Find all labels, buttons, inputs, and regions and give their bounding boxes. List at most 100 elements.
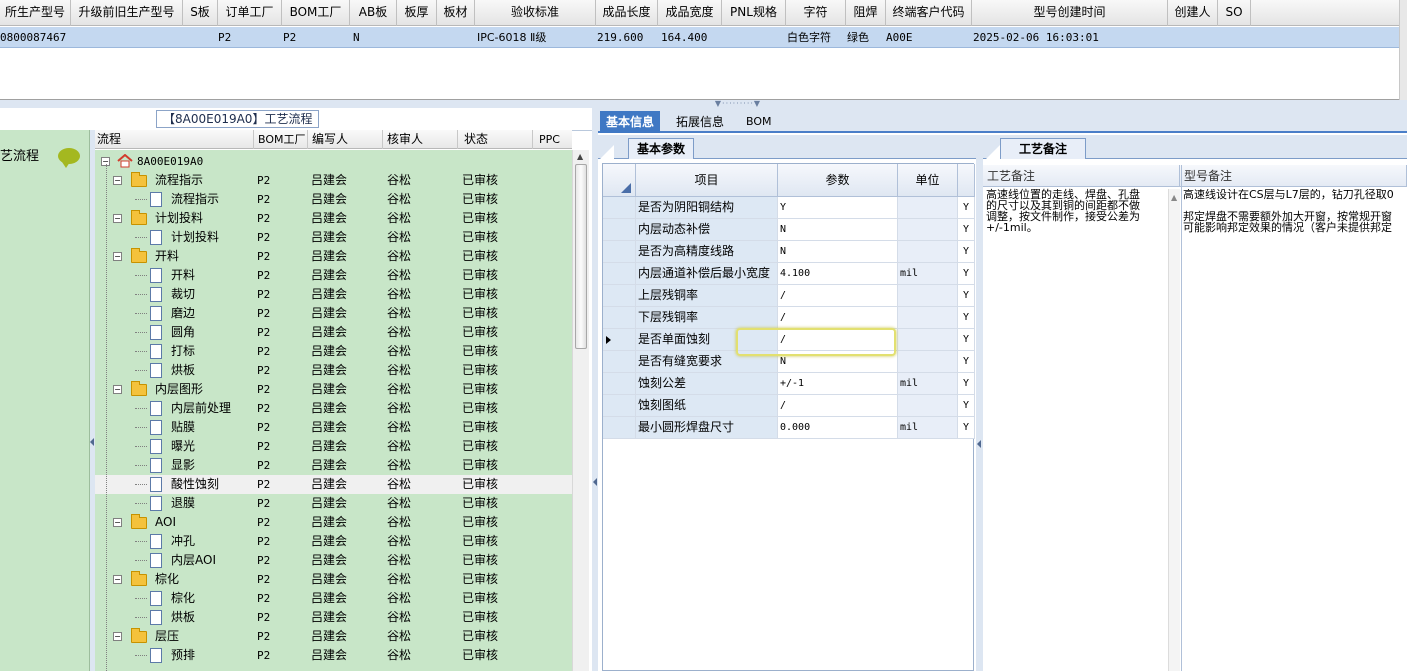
collapse-icon[interactable]: − [113,252,122,261]
param-unit[interactable] [898,197,958,219]
comment-bubble-icon[interactable] [58,148,80,168]
tab-process-notes[interactable]: 工艺备注 [1000,138,1087,159]
column-header[interactable]: 流程 [97,130,247,149]
param-unit[interactable] [898,395,958,417]
column-header[interactable]: 创建人 [1168,0,1218,26]
param-unit[interactable]: mil [898,263,958,285]
tree-row[interactable]: 开料 P2 吕建会 谷松 已审核 [95,266,572,285]
tree-row[interactable]: 贴膜 P2 吕建会 谷松 已审核 [95,418,572,437]
vertical-splitter[interactable] [592,108,598,671]
collapse-icon[interactable]: − [113,632,122,641]
column-header[interactable]: 验收标准 [475,0,596,26]
param-row[interactable]: 是否为高精度线路 N Y [603,241,975,263]
vertical-splitter[interactable] [976,135,983,671]
param-value[interactable]: 0.000 [778,417,898,439]
scroll-thumb[interactable] [575,164,587,349]
column-header[interactable]: 阻焊 [846,0,886,26]
row-header[interactable] [603,307,636,329]
tree-row[interactable]: 酸性蚀刻 P2 吕建会 谷松 已审核 [95,475,572,494]
tab-basic-params[interactable]: 基本参数 [628,138,695,159]
param-value[interactable]: 4.100 [778,263,898,285]
tree-row[interactable]: 预排 P2 吕建会 谷松 已审核 [95,646,572,665]
column-header[interactable]: SO [1218,0,1251,26]
row-header[interactable] [603,373,636,395]
tree-row[interactable]: 烘板 P2 吕建会 谷松 已审核 [95,361,572,380]
tree-row[interactable]: − 开料 P2 吕建会 谷松 已审核 [95,247,572,266]
tree-row[interactable]: − 流程指示 P2 吕建会 谷松 已审核 [95,171,572,190]
column-header[interactable]: 参数 [778,164,898,197]
tree-row[interactable]: 烘板 P2 吕建会 谷松 已审核 [95,608,572,627]
collapse-icon[interactable]: − [113,176,122,185]
column-header[interactable]: PNL规格 [722,0,786,26]
tab-bom[interactable]: BOM [740,111,778,133]
param-row[interactable]: 下层残铜率 / Y [603,307,975,329]
param-row[interactable]: 是否为阴阳铜结构 Y Y [603,197,975,219]
tree-row[interactable]: 打标 P2 吕建会 谷松 已审核 [95,342,572,361]
tree-row[interactable]: 显影 P2 吕建会 谷松 已审核 [95,456,572,475]
tree-row[interactable]: 退膜 P2 吕建会 谷松 已审核 [95,494,572,513]
tree-row[interactable]: − 计划投料 P2 吕建会 谷松 已审核 [95,209,572,228]
tree-row[interactable]: 曝光 P2 吕建会 谷松 已审核 [95,437,572,456]
column-header[interactable]: 型号创建时间 [972,0,1168,26]
tree-row[interactable]: − 层压 P2 吕建会 谷松 已审核 [95,627,572,646]
vertical-scrollbar[interactable] [1399,0,1407,100]
row-header[interactable] [603,417,636,439]
column-header[interactable]: S板 [183,0,218,26]
param-row[interactable]: 蚀刻公差 +/-1 mil Y [603,373,975,395]
column-header[interactable]: 订单工厂 [218,0,282,26]
tree-row[interactable]: 流程指示 P2 吕建会 谷松 已审核 [95,190,572,209]
collapse-icon[interactable]: − [113,518,122,527]
row-header[interactable] [603,351,636,373]
param-row[interactable]: 内层动态补偿 N Y [603,219,975,241]
notes-scrollbar[interactable]: ▲ [1168,189,1180,671]
table-row[interactable]: 0800087467 P2 P2 N IPC-6018 Ⅱ级 219.600 1… [0,27,1407,48]
horizontal-splitter[interactable] [0,100,1407,108]
tree-row[interactable]: 计划投料 P2 吕建会 谷松 已审核 [95,228,572,247]
column-header[interactable]: 单位 [898,164,958,197]
param-unit[interactable] [898,329,958,351]
tree-row[interactable]: 圆角 P2 吕建会 谷松 已审核 [95,323,572,342]
splitter-grip-icon[interactable]: ▼·········▼ [708,100,768,108]
column-header[interactable]: 状态 [457,130,532,149]
tab-basic-info[interactable]: 基本信息 [600,111,661,133]
tree-row[interactable]: 棕化 P2 吕建会 谷松 已审核 [95,589,572,608]
column-header[interactable]: BOM工厂 [253,130,307,149]
param-value[interactable]: +/-1 [778,373,898,395]
column-header[interactable]: PPC [532,130,572,149]
column-header[interactable]: 核审人 [382,130,457,149]
param-value[interactable]: / [778,395,898,417]
collapse-icon[interactable]: − [113,575,122,584]
param-unit[interactable]: mil [898,417,958,439]
param-unit[interactable] [898,241,958,263]
column-header[interactable]: 字符 [786,0,846,26]
param-unit[interactable] [898,285,958,307]
param-unit[interactable] [898,219,958,241]
tree-row[interactable]: − 棕化 P2 吕建会 谷松 已审核 [95,570,572,589]
tree-row[interactable]: − AOI P2 吕建会 谷松 已审核 [95,513,572,532]
tree-scrollbar[interactable]: ▲ [572,150,589,671]
column-header[interactable]: 成品宽度 [658,0,722,26]
param-row[interactable]: 内层通道补偿后最小宽度 4.100 mil Y [603,263,975,285]
param-unit[interactable]: mil [898,373,958,395]
select-all-corner[interactable] [603,164,636,197]
tree-row[interactable]: 冲孔 P2 吕建会 谷松 已审核 [95,532,572,551]
row-header[interactable] [603,395,636,417]
column-header[interactable]: 编写人 [307,130,382,149]
scroll-up-icon[interactable]: ▲ [1171,193,1177,202]
column-header[interactable]: 升级前旧生产型号 [71,0,183,26]
row-header[interactable] [603,329,636,351]
column-header[interactable]: 工艺备注 [983,165,1180,187]
tree-row[interactable]: 内层AOI P2 吕建会 谷松 已审核 [95,551,572,570]
column-header[interactable]: 所生产型号 [0,0,71,26]
row-header[interactable] [603,285,636,307]
column-header[interactable]: 型号备注 [1180,165,1407,187]
row-header[interactable] [603,219,636,241]
row-header[interactable] [603,197,636,219]
tree-row[interactable]: 裁切 P2 吕建会 谷松 已审核 [95,285,572,304]
param-value[interactable]: N [778,219,898,241]
tree-row[interactable]: 内层前处理 P2 吕建会 谷松 已审核 [95,399,572,418]
collapse-icon[interactable]: − [113,214,122,223]
param-value[interactable]: Y [778,197,898,219]
tree-row[interactable]: − 内层图形 P2 吕建会 谷松 已审核 [95,380,572,399]
param-unit[interactable] [898,307,958,329]
